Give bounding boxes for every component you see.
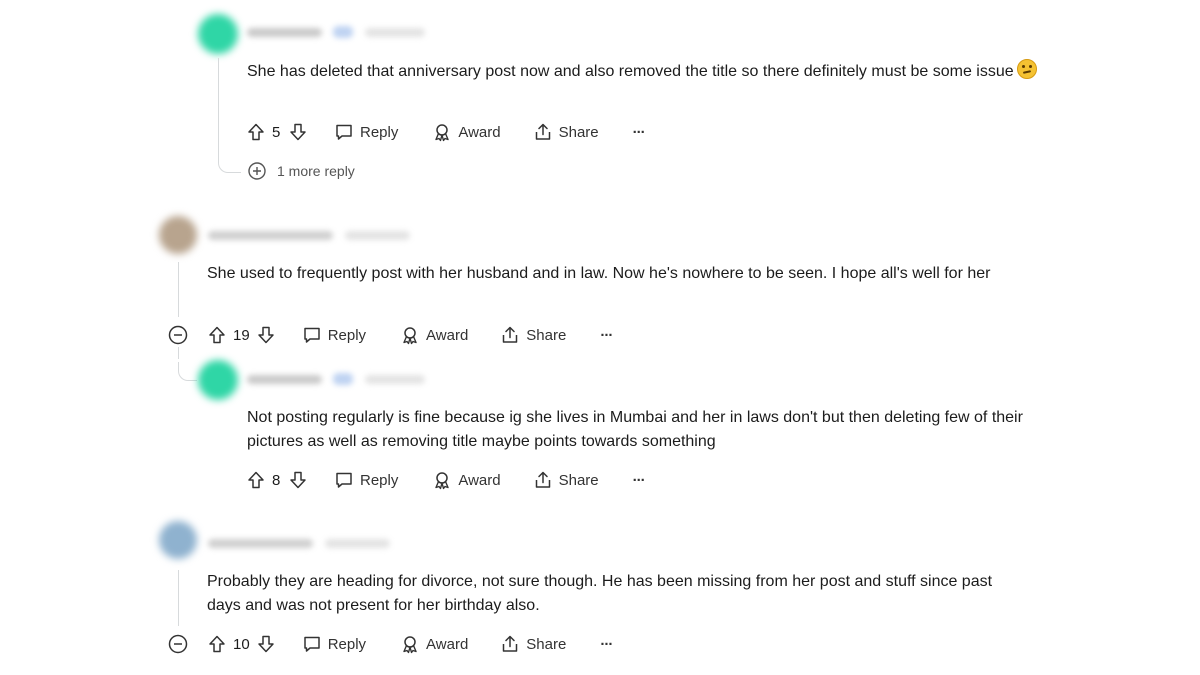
reply-button[interactable]: Reply: [334, 470, 398, 490]
more-options-button[interactable]: ···: [600, 635, 613, 653]
collapse-icon[interactable]: [168, 325, 188, 345]
upvote-button[interactable]: [207, 325, 227, 345]
avatar[interactable]: [159, 216, 197, 254]
vote-count: 19: [233, 326, 250, 344]
more-icon: ···: [632, 123, 646, 141]
upvote-button[interactable]: [207, 634, 227, 654]
share-icon: [533, 122, 553, 142]
thread-curve: [178, 362, 197, 381]
comment-icon: [302, 634, 322, 654]
award-icon: [400, 634, 420, 654]
username-blurred: [247, 375, 322, 384]
downvote-button[interactable]: [256, 634, 276, 654]
downvote-button[interactable]: [288, 122, 308, 142]
downvote-icon: [288, 470, 308, 490]
downvote-icon: [288, 122, 308, 142]
more-options-button[interactable]: ···: [600, 326, 613, 344]
more-options-button[interactable]: ···: [632, 123, 646, 141]
more-icon: ···: [632, 471, 646, 489]
reply-button[interactable]: Reply: [302, 634, 366, 654]
share-button[interactable]: Share: [500, 325, 566, 345]
more-replies-link[interactable]: 1 more reply: [247, 161, 355, 181]
timestamp-blurred: [365, 28, 425, 37]
comment-actions: 10 Reply Award Share ···: [207, 632, 613, 656]
avatar[interactable]: [159, 521, 197, 559]
collapse-icon[interactable]: [168, 634, 188, 654]
downvote-button[interactable]: [256, 325, 276, 345]
expand-icon: [247, 161, 267, 181]
award-button[interactable]: Award: [432, 122, 501, 142]
upvote-icon: [207, 325, 227, 345]
downvote-icon: [256, 325, 276, 345]
timestamp-blurred: [365, 375, 425, 384]
vote-count: 10: [233, 635, 250, 653]
badge-blurred: [333, 373, 353, 385]
comment-body: Probably they are heading for divorce, n…: [207, 573, 993, 614]
share-icon: [500, 634, 520, 654]
comment-actions: 5 Reply Award Share ···: [246, 120, 646, 144]
thread-line: [218, 58, 219, 158]
username-blurred: [208, 231, 333, 240]
avatar[interactable]: [198, 14, 238, 54]
upvote-icon: [246, 470, 266, 490]
timestamp-blurred: [345, 231, 410, 240]
upvote-button[interactable]: [246, 470, 266, 490]
upvote-button[interactable]: [246, 122, 266, 142]
comment-actions: 8 Reply Award Share ···: [246, 468, 646, 492]
vote-count: 5: [272, 123, 281, 141]
comment-icon: [334, 470, 354, 490]
award-button[interactable]: Award: [400, 325, 468, 345]
share-button[interactable]: Share: [533, 470, 599, 490]
more-icon: ···: [600, 326, 613, 344]
thread-line: [178, 570, 179, 626]
share-button[interactable]: Share: [533, 122, 599, 142]
username-blurred: [208, 539, 313, 548]
avatar[interactable]: [198, 360, 238, 400]
badge-blurred: [333, 26, 353, 38]
thread-line: [178, 347, 179, 359]
more-options-button[interactable]: ···: [632, 471, 646, 489]
downvote-button[interactable]: [288, 470, 308, 490]
award-button[interactable]: Award: [400, 634, 468, 654]
share-icon: [500, 325, 520, 345]
award-icon: [432, 470, 452, 490]
timestamp-blurred: [325, 539, 390, 548]
comment-body: She used to frequently post with her hus…: [207, 265, 991, 282]
comment-icon: [302, 325, 322, 345]
award-icon: [400, 325, 420, 345]
comment-actions: 19 Reply Award Share ···: [207, 323, 613, 347]
upvote-icon: [207, 634, 227, 654]
upvote-icon: [246, 122, 266, 142]
comment-body: She has deleted that anniversary post no…: [247, 59, 1037, 84]
share-button[interactable]: Share: [500, 634, 566, 654]
comment-body: Not posting regularly is fine because ig…: [247, 409, 1023, 450]
comment-icon: [334, 122, 354, 142]
username-blurred: [247, 28, 322, 37]
reply-button[interactable]: Reply: [334, 122, 398, 142]
confused-emoji-icon: [1016, 59, 1037, 79]
share-icon: [533, 470, 553, 490]
downvote-icon: [256, 634, 276, 654]
reply-button[interactable]: Reply: [302, 325, 366, 345]
thread-curve: [218, 158, 241, 173]
award-button[interactable]: Award: [432, 470, 501, 490]
thread-line: [178, 262, 179, 317]
vote-count: 8: [272, 471, 281, 489]
more-icon: ···: [600, 635, 613, 653]
award-icon: [432, 122, 452, 142]
